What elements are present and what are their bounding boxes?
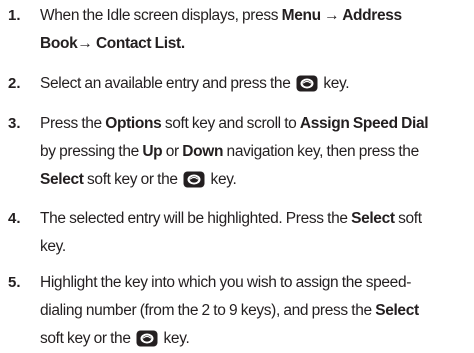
bold-term: Book→ Contact List. [40, 35, 185, 52]
bold-term: Menu → Address [281, 7, 402, 24]
text-run: soft key or the [83, 171, 182, 188]
step-number: 2. [8, 75, 21, 92]
ok-key-icon [183, 171, 205, 188]
step-line: by pressing the Up or Down navigation ke… [40, 138, 470, 166]
step-text: Press the Options soft key and scroll to… [40, 110, 470, 194]
text-run: When the Idle screen displays, press [40, 7, 282, 24]
step-line: When the Idle screen displays, press Men… [40, 2, 470, 30]
step-number: 4. [8, 210, 21, 227]
text-run: soft key and scroll to [161, 115, 300, 132]
bold-term: Up [142, 143, 163, 160]
step-text: Select an available entry and press the … [40, 70, 470, 98]
text-run: key. [40, 238, 66, 255]
step-line: The selected entry will be highlighted. … [40, 205, 470, 233]
text-run: by pressing the [40, 143, 143, 160]
step-line: Book→ Contact List. [40, 30, 470, 58]
bold-term: Assign Speed Dial [299, 115, 429, 132]
step-line: Select an available entry and press the … [40, 70, 470, 98]
text-run: key. [160, 330, 190, 347]
text-run: The selected entry will be highlighted. … [40, 210, 352, 227]
bold-term: Select [40, 171, 84, 188]
step-text: The selected entry will be highlighted. … [40, 205, 470, 261]
step-line: Select soft key or the key. [40, 166, 470, 194]
step-line: key. [40, 233, 470, 261]
step-number: 5. [8, 274, 21, 291]
step-line: soft key or the key. [40, 325, 470, 353]
step-line: Press the Options soft key and scroll to… [40, 110, 470, 138]
step-line: Highlight the key into which you wish to… [40, 269, 470, 297]
bold-term: Select [375, 302, 419, 319]
text-run: soft [394, 210, 422, 227]
step-number: 3. [8, 115, 21, 132]
ok-key-icon [296, 75, 318, 92]
text-run: Select an available entry and press the [40, 75, 294, 92]
text-run: soft key or the [40, 330, 135, 347]
bold-term: Down [182, 143, 224, 160]
instruction-list: 1. When the Idle screen displays, press … [0, 0, 474, 352]
text-run: Highlight the key into which you wish to… [40, 274, 412, 291]
text-run: navigation key, then press the [223, 143, 420, 160]
bold-term: Options [105, 115, 162, 132]
step-line: dialing number (from the 2 to 9 keys), a… [40, 297, 470, 325]
bold-term: Select [351, 210, 395, 227]
ok-key-icon [136, 330, 158, 347]
text-run: Press the [40, 115, 106, 132]
step-number: 1. [8, 7, 21, 24]
text-run: or [162, 143, 183, 160]
step-text: When the Idle screen displays, press Men… [40, 2, 470, 58]
text-run: key. [207, 171, 237, 188]
text-run: key. [319, 75, 350, 92]
step-text: Highlight the key into which you wish to… [40, 269, 470, 353]
text-run: dialing number (from the 2 to 9 keys), a… [40, 302, 376, 319]
